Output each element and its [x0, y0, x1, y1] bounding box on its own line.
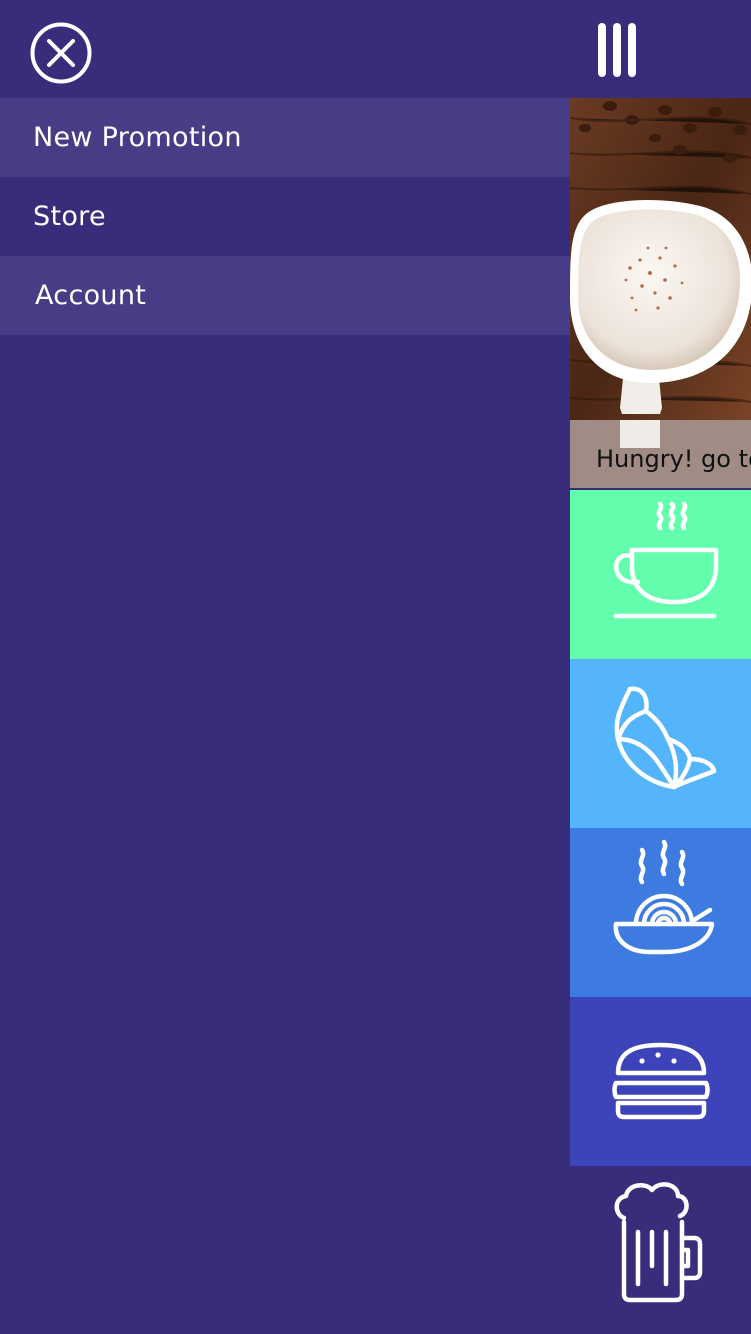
category-tile-burgers[interactable]	[570, 997, 751, 1166]
beer-mug-icon	[614, 1182, 703, 1303]
burger-icon	[612, 1042, 710, 1120]
menu-item-label: Store	[33, 201, 106, 232]
main-content: Hungry! go to	[570, 98, 751, 1334]
menu-toggle-button[interactable]	[592, 20, 646, 80]
croissant-icon	[614, 686, 717, 790]
menu-item-store[interactable]: Store	[0, 177, 570, 256]
noodle-bowl-icon	[613, 839, 715, 955]
menu-item-account[interactable]: Account	[0, 256, 570, 335]
navigation-drawer: New Promotion Store Account	[0, 98, 570, 1334]
menu-item-new-promotion[interactable]: New Promotion	[0, 98, 570, 177]
menu-item-label: New Promotion	[33, 122, 242, 153]
category-tile-drinks[interactable]	[570, 1166, 751, 1334]
promotion-caption-text: Hungry! go to	[596, 445, 751, 473]
category-tile-coffee[interactable]	[570, 490, 751, 659]
close-button[interactable]	[30, 22, 92, 84]
category-tile-bakery[interactable]	[570, 659, 751, 828]
close-icon	[30, 22, 92, 84]
menu-icon	[598, 23, 636, 77]
promotion-image[interactable]	[570, 98, 751, 420]
category-tile-noodles[interactable]	[570, 828, 751, 997]
top-bar	[0, 0, 751, 98]
promotion-caption[interactable]: Hungry! go to	[570, 420, 751, 488]
menu-item-label: Account	[35, 280, 147, 311]
coffee-cup-icon	[613, 501, 719, 619]
